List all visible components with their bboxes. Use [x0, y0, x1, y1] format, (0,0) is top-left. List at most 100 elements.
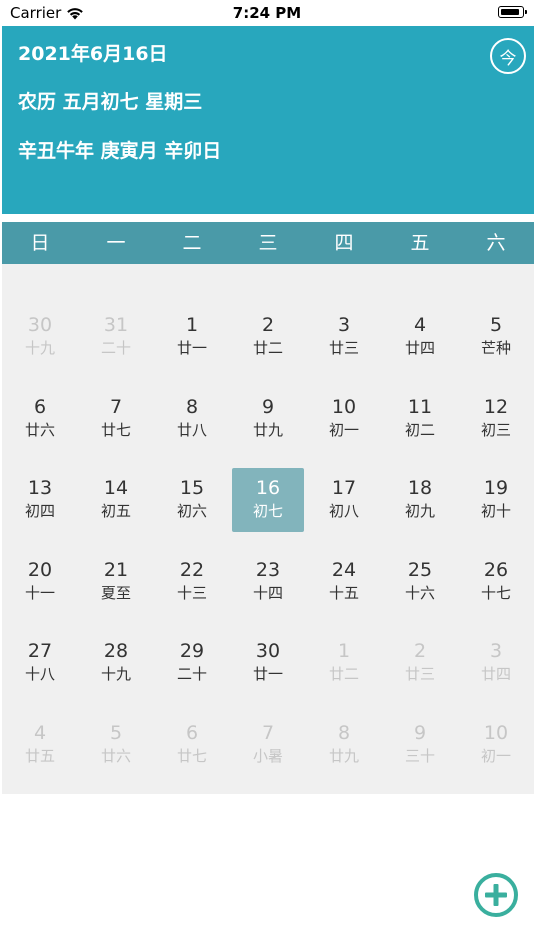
- day-cell[interactable]: 11 初二: [382, 387, 458, 469]
- day-cell[interactable]: 9 三十: [382, 713, 458, 795]
- day-cell[interactable]: 25 十六: [382, 550, 458, 632]
- day-lunar-label: 初五: [100, 502, 131, 520]
- day-cell[interactable]: 14 初五: [78, 468, 154, 550]
- day-cell[interactable]: 26 十七: [458, 550, 534, 632]
- day-lunar-label: 初六: [176, 502, 207, 520]
- day-number: 29: [179, 640, 205, 662]
- day-number: 25: [407, 558, 433, 581]
- day-cell[interactable]: 31 二十: [78, 305, 154, 387]
- day-cell[interactable]: 24 十五: [306, 550, 382, 632]
- status-bar: Carrier 7:24 PM: [0, 0, 534, 26]
- day-cell[interactable]: 9 廿九: [230, 387, 306, 469]
- day-number: 9: [261, 395, 275, 418]
- calendar-week-row: 4 廿五 5 廿六 6 廿七 7 小暑 8 廿九 9 三十 10 初一: [2, 713, 534, 795]
- day-number: 13: [27, 477, 53, 499]
- day-cell[interactable]: 29 二十: [154, 631, 230, 713]
- day-number: 24: [331, 558, 357, 581]
- today-button[interactable]: 今: [490, 38, 526, 74]
- day-number: 30: [27, 314, 53, 336]
- day-cell[interactable]: 13 初四: [2, 468, 78, 550]
- day-number: 2: [261, 314, 275, 336]
- day-lunar-label: 廿九: [252, 420, 283, 439]
- day-cell[interactable]: 8 廿九: [306, 713, 382, 795]
- day-cell[interactable]: 8 廿八: [154, 387, 230, 469]
- day-lunar-label: 初十: [480, 502, 511, 520]
- battery-icon: [498, 6, 527, 18]
- weekday-sun: 日: [30, 232, 50, 254]
- day-cell[interactable]: 15 初六: [154, 468, 230, 550]
- day-cell[interactable]: 5 芒种: [458, 305, 534, 387]
- weekday-tue: 二: [182, 232, 202, 254]
- day-lunar-label: 初七: [252, 502, 283, 520]
- day-cell[interactable]: 20 十一: [2, 550, 78, 632]
- day-lunar-label: 初九: [404, 502, 435, 520]
- day-cell[interactable]: 23 十四: [230, 550, 306, 632]
- day-lunar-label: 廿七: [100, 420, 131, 439]
- day-cell[interactable]: 4 廿四: [382, 305, 458, 387]
- day-lunar-label: 二十: [176, 665, 207, 683]
- day-cell-selected[interactable]: 16 初七: [230, 468, 306, 550]
- day-cell[interactable]: 18 初九: [382, 468, 458, 550]
- day-lunar-label: 十五: [328, 583, 359, 602]
- day-cell[interactable]: 19 初十: [458, 468, 534, 550]
- day-cell[interactable]: 17 初八: [306, 468, 382, 550]
- add-event-button[interactable]: [473, 872, 519, 918]
- day-number: 4: [413, 314, 427, 336]
- day-number: 3: [489, 640, 503, 662]
- day-number: 7: [109, 395, 123, 418]
- day-cell[interactable]: 3 廿四: [458, 631, 534, 713]
- day-number: 22: [179, 558, 205, 581]
- day-lunar-label: 廿三: [328, 339, 359, 357]
- ganzhi-date: 辛丑牛年 庚寅月 辛卯日: [18, 140, 222, 162]
- day-number: 11: [407, 395, 433, 418]
- day-cell[interactable]: 2 廿二: [230, 305, 306, 387]
- day-number: 28: [103, 640, 129, 662]
- day-lunar-label: 十九: [100, 665, 131, 683]
- day-cell[interactable]: 28 十九: [78, 631, 154, 713]
- day-cell[interactable]: 27 十八: [2, 631, 78, 713]
- day-lunar-label: 廿二: [252, 339, 283, 357]
- calendar-weeks: 30 十九 31 二十 1 廿一 2 廿二 3 廿三 4 廿四 5 芒种 6 廿六 7 廿七 8 廿八 9 廿九 10 初一 1…: [2, 305, 534, 794]
- day-cell[interactable]: 1 廿二: [306, 631, 382, 713]
- day-lunar-label: 廿六: [100, 746, 131, 765]
- day-cell[interactable]: 10 初一: [458, 713, 534, 795]
- day-lunar-label: 廿八: [176, 420, 207, 439]
- day-number: 6: [33, 395, 47, 418]
- day-cell[interactable]: 30 十九: [2, 305, 78, 387]
- day-cell[interactable]: 3 廿三: [306, 305, 382, 387]
- weekday-mon: 一: [106, 232, 126, 254]
- day-lunar-label: 初二: [404, 420, 435, 439]
- day-number: 1: [337, 640, 351, 662]
- day-number: 17: [331, 477, 357, 499]
- calendar-week-row: 27 十八 28 十九 29 二十 30 廿一 1 廿二 2 廿三 3 廿四: [2, 631, 534, 713]
- day-lunar-label: 初四: [24, 502, 55, 520]
- day-cell[interactable]: 22 十三: [154, 550, 230, 632]
- day-number: 7: [261, 721, 275, 744]
- day-cell[interactable]: 6 廿七: [154, 713, 230, 795]
- day-cell[interactable]: 30 廿一: [230, 631, 306, 713]
- day-cell[interactable]: 6 廿六: [2, 387, 78, 469]
- day-cell[interactable]: 1 廿一: [154, 305, 230, 387]
- weekday-thu: 四: [334, 232, 354, 254]
- day-cell[interactable]: 10 初一: [306, 387, 382, 469]
- day-lunar-label: 廿四: [404, 339, 435, 357]
- day-lunar-label: 廿六: [24, 420, 55, 439]
- day-number: 23: [255, 558, 281, 581]
- day-cell[interactable]: 2 廿三: [382, 631, 458, 713]
- day-lunar-label: 小暑: [252, 746, 283, 765]
- day-cell[interactable]: 4 廿五: [2, 713, 78, 795]
- day-cell[interactable]: 7 小暑: [230, 713, 306, 795]
- day-cell[interactable]: 21 夏至: [78, 550, 154, 632]
- day-cell[interactable]: 12 初三: [458, 387, 534, 469]
- weekday-header: 日 一 二 三 四 五 六: [2, 222, 534, 264]
- day-lunar-label: 廿五: [24, 746, 55, 765]
- day-number: 12: [483, 395, 509, 418]
- day-cell[interactable]: 7 廿七: [78, 387, 154, 469]
- day-number: 8: [185, 395, 199, 418]
- calendar-week-row: 20 十一 21 夏至 22 十三 23 十四 24 十五 25 十六 26 十七: [2, 550, 534, 632]
- day-lunar-label: 二十: [100, 339, 131, 357]
- day-number: 9: [413, 721, 427, 744]
- day-number: 30: [255, 640, 281, 662]
- day-cell[interactable]: 5 廿六: [78, 713, 154, 795]
- day-lunar-label: 夏至: [100, 583, 131, 602]
